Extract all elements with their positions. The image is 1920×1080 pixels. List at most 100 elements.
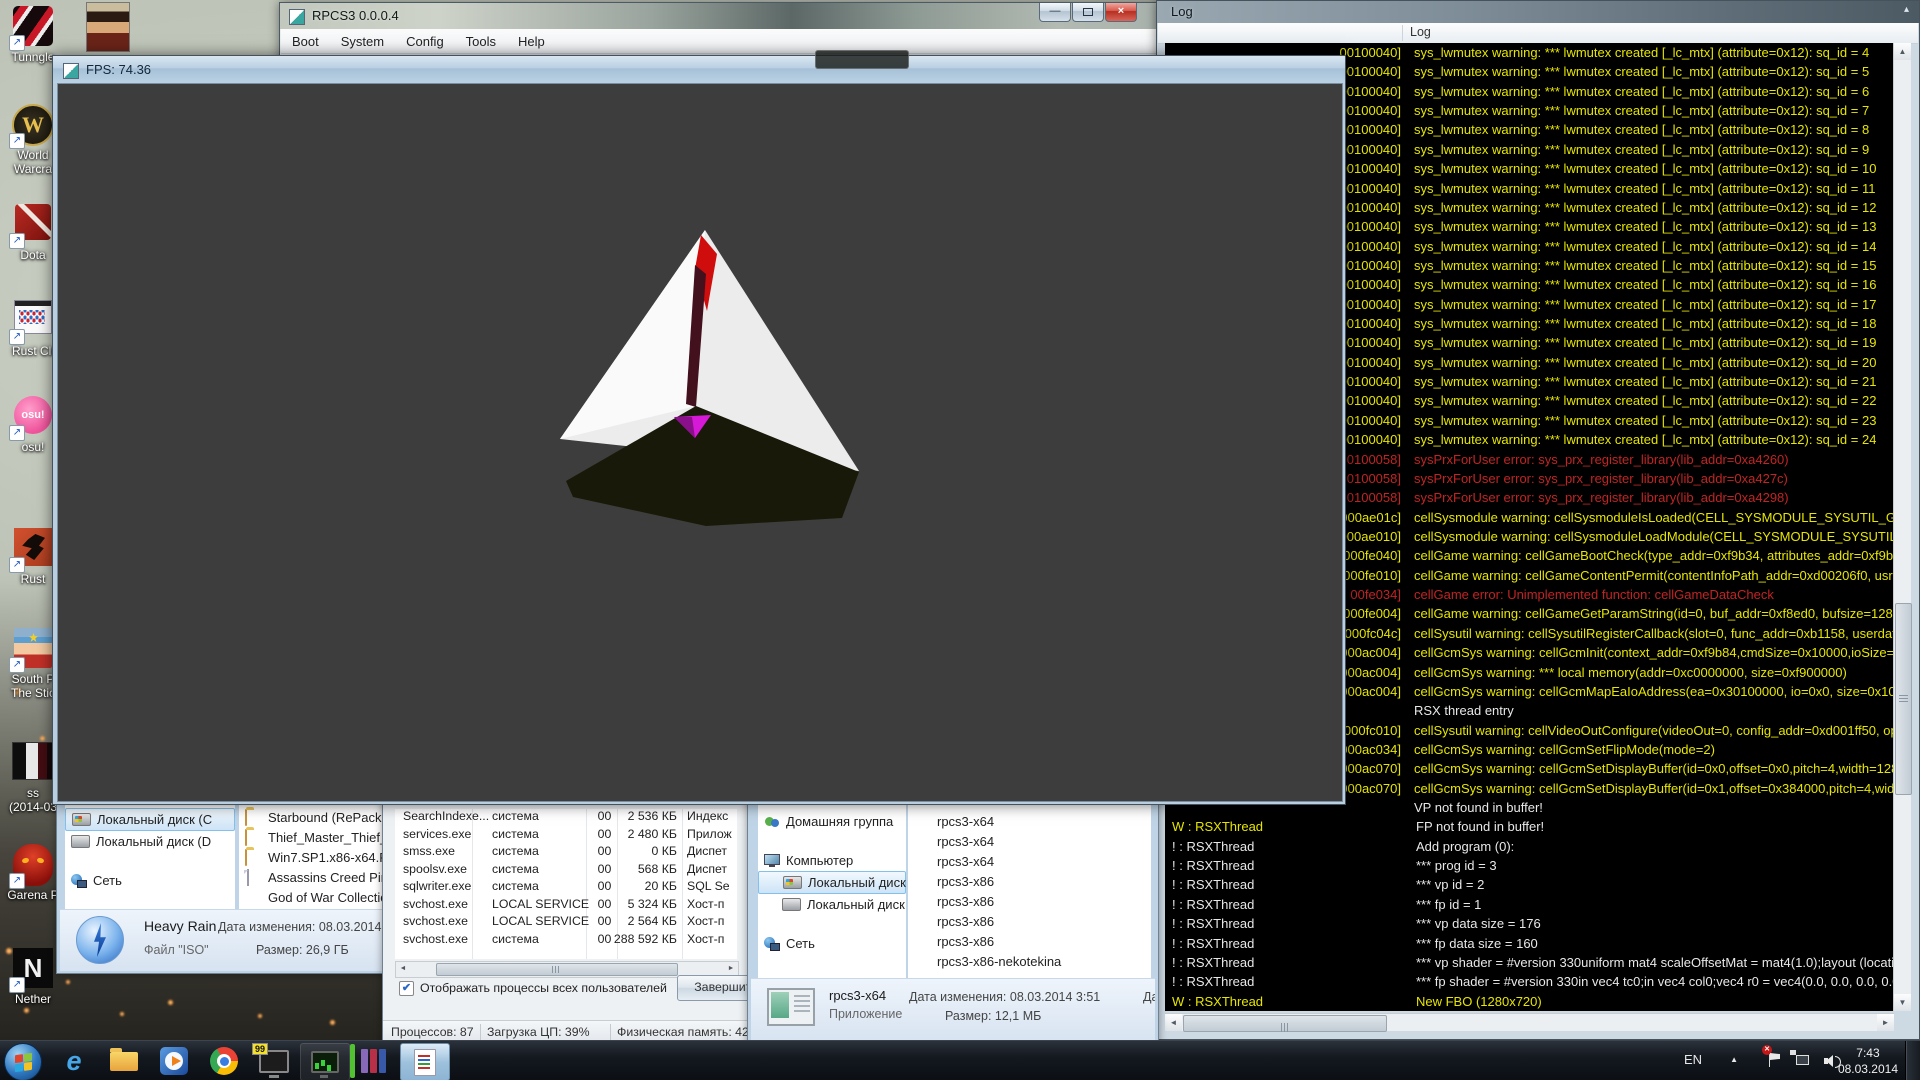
process-row[interactable]: svchost.exeсистема00288 592 КБХост-п: [395, 932, 737, 950]
show-desktop-button[interactable]: [1905, 1041, 1920, 1080]
scroll-left-icon[interactable]: ◄: [1165, 1014, 1182, 1031]
scroll-down-icon[interactable]: ▼: [1894, 994, 1911, 1011]
minimize-button[interactable]: —: [1039, 3, 1071, 22]
disk-win-icon: [783, 876, 802, 889]
process-row[interactable]: svchost.exeLOCAL SERVICE005 324 КБХост-п: [395, 897, 737, 915]
log-column-header[interactable]: Log: [1158, 23, 1918, 44]
menu-item-boot[interactable]: Boot: [281, 34, 330, 49]
log-message: *** fp id = 1: [1408, 895, 1481, 914]
process-user: система: [492, 809, 539, 823]
taskbar-document-button[interactable]: [400, 1043, 450, 1080]
file-item[interactable]: rpcs3-x86: [908, 871, 1151, 891]
tree-item-локальный-диск-d[interactable]: Локальный диск (D: [758, 894, 906, 915]
file-item[interactable]: rpcs3-x64: [908, 811, 1151, 831]
shortcut-arrow-icon: ↗: [9, 35, 25, 51]
taskbar-winrar-button[interactable]: [350, 1043, 398, 1079]
file-item[interactable]: rpcs3-x64: [908, 851, 1151, 871]
scroll-left-icon[interactable]: ◄: [396, 962, 410, 975]
scroll-right-icon[interactable]: ►: [1877, 1014, 1894, 1031]
log-message: cellGame warning: cellGameGetParamString…: [1406, 604, 1894, 623]
process-list: SearchIndexe...система002 536 КБИндексse…: [395, 809, 737, 959]
nether-icon: N↗: [12, 948, 54, 990]
file-size: Размер: 12,1 МБ: [945, 1009, 1041, 1023]
process-row[interactable]: smss.exeсистема000 КБДиспет: [395, 844, 737, 862]
file-item[interactable]: Starbound (RePack R: [239, 807, 382, 827]
hidden-icons-chevron[interactable]: ▲: [1730, 1055, 1738, 1064]
tree-item-локальный-диск-d[interactable]: Локальный диск (D: [65, 831, 235, 852]
show-all-processes-checkbox[interactable]: ✔: [399, 981, 414, 996]
ember-spark: [258, 1014, 262, 1018]
clock[interactable]: 7:43 08.03.2014: [1838, 1045, 1898, 1077]
taskbar-explorer-button[interactable]: [100, 1043, 148, 1079]
file-item[interactable]: rpcs3-x86-nekotekina: [908, 951, 1151, 971]
scroll-right-icon[interactable]: ►: [724, 962, 738, 975]
folder-icon: [245, 850, 263, 865]
close-button[interactable]: ×: [1105, 3, 1137, 22]
taskbar-task-manager-button[interactable]: [300, 1043, 350, 1080]
menu-item-help[interactable]: Help: [507, 34, 556, 49]
file-item[interactable]: rpcs3-x86: [908, 911, 1151, 931]
fps-titlebar[interactable]: FPS: 74.36: [53, 56, 1345, 83]
taskbar-internet-explorer-button[interactable]: e: [50, 1043, 98, 1079]
scrollbar-thumb[interactable]: [436, 963, 678, 976]
rpcs3-titlebar[interactable]: RPCS3 0.0.0.4: [280, 3, 1163, 29]
log-horizontal-scrollbar[interactable]: ◄ ►: [1165, 1013, 1894, 1031]
scrollbar-thumb[interactable]: [1183, 1015, 1387, 1032]
southpark-icon: ↗: [12, 628, 54, 670]
tree-item-локальный-диск-c[interactable]: Локальный диск (C: [758, 871, 906, 894]
process-row[interactable]: spoolsv.exeсистема00568 КБДиспет: [395, 862, 737, 880]
language-indicator[interactable]: EN: [1684, 1052, 1702, 1067]
tree-item-сеть[interactable]: Сеть: [65, 870, 235, 891]
process-row[interactable]: SearchIndexe...система002 536 КБИндекс: [395, 809, 737, 827]
file-item[interactable]: Assassins Creed Pirat: [239, 867, 382, 887]
taskbar-media-player-button[interactable]: [150, 1043, 198, 1079]
log-message: cellGcmSys warning: *** local memory(add…: [1406, 663, 1847, 682]
log-row: ! : RSXThreadAdd program (0):: [1165, 837, 1894, 856]
file-date: Дата изменения: 08.03.2014 3:51: [909, 990, 1100, 1004]
taskbar-chrome-button[interactable]: [200, 1043, 248, 1079]
chevron-up-icon[interactable]: ▴: [1904, 4, 1909, 15]
file-item[interactable]: God of War Collectio: [239, 887, 382, 907]
maximize-button[interactable]: [1072, 3, 1104, 22]
file-item[interactable]: Win7.SP1.x86-x64.Ru: [239, 847, 382, 867]
menu-item-tools[interactable]: Tools: [455, 34, 507, 49]
taskbar-fps-meter-button[interactable]: 99: [250, 1043, 298, 1079]
log-message: sys_lwmutex warning: *** lwmutex created…: [1406, 43, 1869, 62]
tree-item-локальный-диск-c[interactable]: Локальный диск (C: [65, 808, 235, 831]
file-item[interactable]: rpcs3-x86: [908, 931, 1151, 951]
scrollbar-thumb[interactable]: [1895, 603, 1912, 795]
process-count: Процессов: 87: [391, 1025, 474, 1039]
folder-glyph: [245, 809, 247, 826]
tree-item-сеть[interactable]: Сеть: [758, 933, 906, 954]
network-icon: [71, 874, 87, 888]
menu-item-config[interactable]: Config: [395, 34, 455, 49]
log-message: sys_lwmutex warning: *** lwmutex created…: [1406, 353, 1876, 372]
log-row: ! : RSXThread*** vp id = 2: [1165, 875, 1894, 894]
log-message: *** fp shader = #version 330in vec4 tc0;…: [1408, 972, 1894, 991]
log-row: ! : RSXThread*** fp data size = 160: [1165, 934, 1894, 953]
scroll-up-icon[interactable]: ▲: [1894, 43, 1911, 60]
log-message: Add program (0):: [1408, 837, 1514, 856]
start-button[interactable]: [4, 1043, 42, 1080]
tree-item-label: Локальный диск (D: [96, 834, 211, 849]
file-item[interactable]: Thief_Master_Thief_E: [239, 827, 382, 847]
tree-item-компьютер[interactable]: Компьютер: [758, 850, 906, 871]
process-row[interactable]: services.exeсистема002 480 КБПрилож: [395, 827, 737, 845]
dota-icon: ↗: [12, 204, 54, 246]
memory-usage: Физическая память: 42: [617, 1025, 749, 1039]
end-process-button[interactable]: Завершить: [677, 975, 750, 1001]
file-item-label: rpcs3-x86: [937, 914, 994, 929]
file-item[interactable]: rpcs3-x64: [908, 831, 1151, 851]
process-description: Прилож: [687, 827, 732, 841]
process-row[interactable]: svchost.exeLOCAL SERVICE002 564 КБХост-п: [395, 914, 737, 932]
menu-item-system[interactable]: System: [330, 34, 395, 49]
picture-file-icon[interactable]: [86, 2, 130, 52]
log-titlebar[interactable]: Log ▴: [1157, 1, 1919, 23]
tree-item-домашняя-группа[interactable]: Домашняя группа: [758, 811, 906, 832]
chrome-icon: [210, 1047, 238, 1075]
process-user: система: [492, 879, 539, 893]
process-row[interactable]: sqlwriter.exeсистема0020 КБSQL Se: [395, 879, 737, 897]
log-vertical-scrollbar[interactable]: ▲ ▼: [1893, 43, 1911, 1011]
log-message: cellGcmSys warning: cellGcmInit(context_…: [1406, 643, 1894, 662]
file-item[interactable]: rpcs3-x86: [908, 891, 1151, 911]
